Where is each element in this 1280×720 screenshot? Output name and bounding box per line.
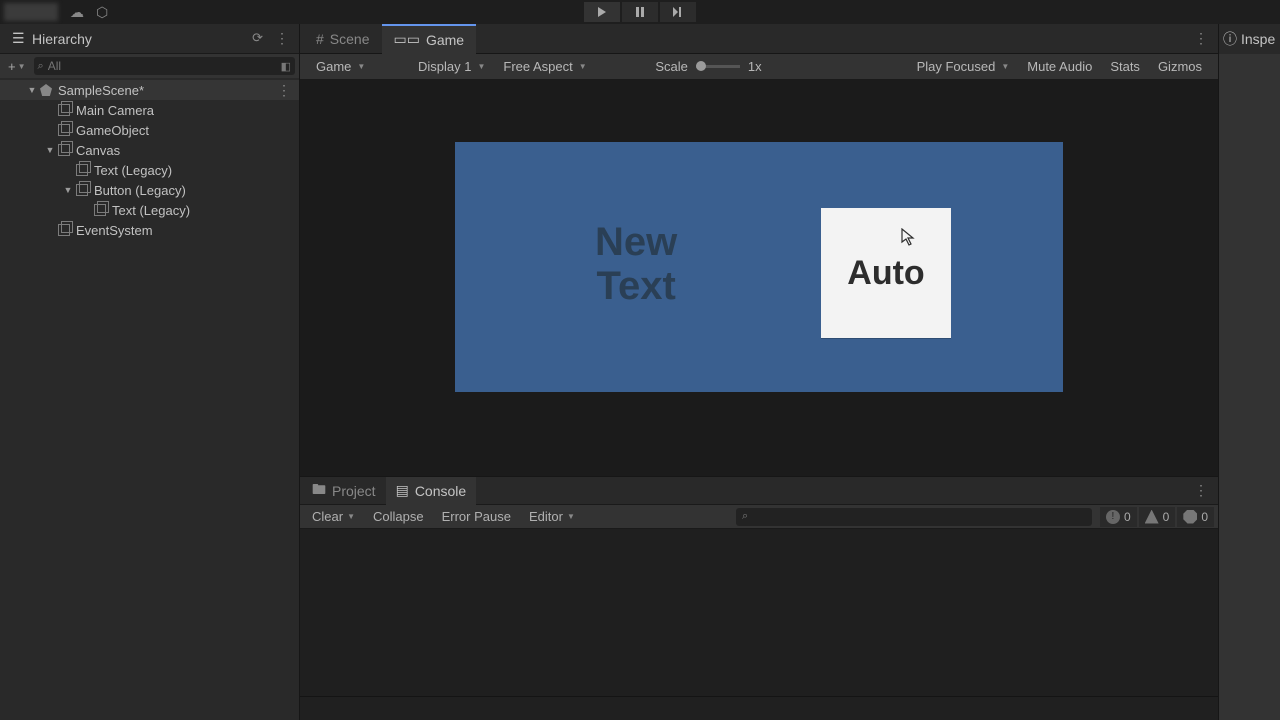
play-focused-dropdown[interactable]: Play Focused ▼ xyxy=(909,56,1018,78)
scale-value: 1x xyxy=(748,59,762,74)
game-view[interactable]: New Text Auto xyxy=(300,80,1218,476)
play-button[interactable] xyxy=(584,2,620,22)
info-count[interactable]: !0 xyxy=(1100,507,1137,527)
chevron-down-icon: ▼ xyxy=(357,62,365,71)
game-tab[interactable]: ▭▭ Game xyxy=(382,24,477,54)
hierarchy-tree: ▼ SampleScene* ⋮ Main Camera GameObject … xyxy=(0,78,299,720)
ui-text-label: New Text xyxy=(595,220,677,308)
search-icon: ⌕ xyxy=(742,510,748,523)
chevron-down-icon: ▼ xyxy=(579,62,587,71)
panel-menu-icon[interactable]: ⋮ xyxy=(271,30,293,47)
scene-icon: # xyxy=(316,31,324,47)
chevron-down-icon: ▼ xyxy=(1001,62,1009,71)
gizmos-toggle[interactable]: Gizmos xyxy=(1150,59,1210,74)
gameobject-icon xyxy=(56,102,72,118)
hierarchy-tab[interactable]: ☰ Hierarchy xyxy=(6,30,98,47)
tree-item-eventsystem[interactable]: EventSystem xyxy=(0,220,299,240)
aspect-dropdown[interactable]: Free Aspect ▼ xyxy=(495,56,645,78)
project-tab[interactable]: 🖿 Project xyxy=(302,477,386,505)
info-icon: ⓘ xyxy=(1223,29,1237,49)
folder-icon: 🖿 xyxy=(312,479,326,503)
scale-slider[interactable] xyxy=(696,65,740,68)
mute-audio-toggle[interactable]: Mute Audio xyxy=(1019,59,1100,74)
gameobject-icon xyxy=(74,182,90,198)
tree-item-canvas[interactable]: ▼ Canvas xyxy=(0,140,299,160)
package-icon[interactable]: ⬡ xyxy=(96,4,108,21)
search-expand-icon[interactable]: ◧ xyxy=(281,60,291,73)
unity-scene-icon xyxy=(38,82,54,98)
create-button[interactable]: + ▼ xyxy=(4,59,30,74)
step-button[interactable] xyxy=(660,2,696,22)
error-count[interactable]: 0 xyxy=(1177,507,1214,527)
display-dropdown[interactable]: Display 1 ▼ xyxy=(410,56,493,78)
status-bar xyxy=(300,696,1218,720)
warning-count[interactable]: 0 xyxy=(1139,507,1176,527)
lock-icon[interactable]: ⟳ xyxy=(252,30,263,47)
tree-item-gameobject[interactable]: GameObject xyxy=(0,120,299,140)
titlebar: ☁ ⬡ xyxy=(0,0,1280,24)
chevron-down-icon: ▼ xyxy=(347,512,355,521)
console-search[interactable]: ⌕ xyxy=(736,508,1092,526)
playback-controls xyxy=(584,0,696,24)
scene-root[interactable]: ▼ SampleScene* ⋮ xyxy=(0,80,299,100)
ui-button[interactable]: Auto xyxy=(821,208,951,338)
game-toolbar: Game ▼ Display 1 ▼ Free Aspect ▼ Scale 1… xyxy=(300,54,1218,80)
cloud-icon[interactable]: ☁ xyxy=(70,4,84,21)
stats-toggle[interactable]: Stats xyxy=(1102,59,1148,74)
gameobject-icon xyxy=(74,162,90,178)
chevron-down-icon: ▼ xyxy=(567,512,575,521)
expand-arrow-icon[interactable]: ▼ xyxy=(26,85,38,95)
pause-button[interactable] xyxy=(622,2,658,22)
warning-icon xyxy=(1145,510,1159,524)
game-mode-dropdown[interactable]: Game ▼ xyxy=(308,56,408,78)
search-input[interactable] xyxy=(48,59,277,73)
gameobject-icon xyxy=(56,122,72,138)
clear-button[interactable]: Clear ▼ xyxy=(304,507,363,527)
hierarchy-icon: ☰ xyxy=(12,30,26,47)
console-body[interactable] xyxy=(300,529,1218,696)
console-icon: ▤ xyxy=(396,482,409,499)
gameobject-icon xyxy=(56,142,72,158)
gameobject-icon xyxy=(92,202,108,218)
console-tab[interactable]: ▤ Console xyxy=(386,477,477,505)
game-icon: ▭▭ xyxy=(394,31,420,48)
scale-label: Scale xyxy=(655,59,688,74)
scene-tab[interactable]: # Scene xyxy=(304,24,382,54)
expand-arrow-icon[interactable]: ▼ xyxy=(62,185,74,195)
tree-item-button-text[interactable]: Text (Legacy) xyxy=(0,200,299,220)
canvas-preview: New Text Auto xyxy=(455,142,1063,392)
console-toolbar: Clear ▼ Collapse Error Pause Editor ▼ ⌕ … xyxy=(300,505,1218,529)
tree-item-text-legacy[interactable]: Text (Legacy) xyxy=(0,160,299,180)
titlebar-menu-blur xyxy=(4,3,58,21)
search-icon: ⌕ xyxy=(38,60,44,73)
panel-menu-icon[interactable]: ⋮ xyxy=(1190,482,1212,499)
chevron-down-icon: ▼ xyxy=(477,62,485,71)
hierarchy-title: Hierarchy xyxy=(32,31,92,47)
error-pause-toggle[interactable]: Error Pause xyxy=(434,507,519,527)
tree-item-main-camera[interactable]: Main Camera xyxy=(0,100,299,120)
collapse-toggle[interactable]: Collapse xyxy=(365,507,432,527)
scene-menu-icon[interactable]: ⋮ xyxy=(277,82,291,99)
info-icon: ! xyxy=(1106,510,1120,524)
inspector-tab[interactable]: ⓘ Inspe xyxy=(1223,29,1275,49)
expand-arrow-icon[interactable]: ▼ xyxy=(44,145,56,155)
editor-dropdown[interactable]: Editor ▼ xyxy=(521,507,583,527)
tree-item-button-legacy[interactable]: ▼ Button (Legacy) xyxy=(0,180,299,200)
gameobject-icon xyxy=(56,222,72,238)
chevron-down-icon: ▼ xyxy=(18,62,26,71)
hierarchy-search[interactable]: ⌕ ◧ xyxy=(34,57,295,75)
error-icon xyxy=(1183,510,1197,524)
panel-menu-icon[interactable]: ⋮ xyxy=(1190,30,1212,47)
